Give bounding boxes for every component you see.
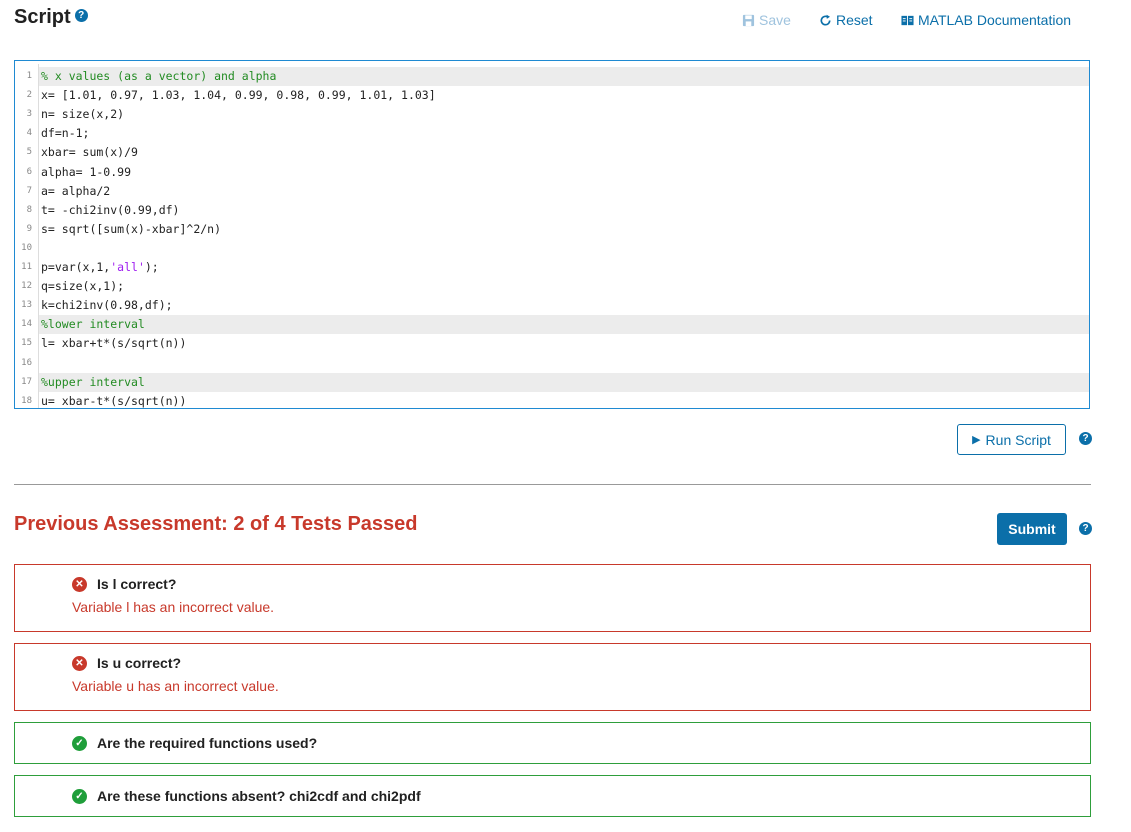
reset-label: Reset [836, 12, 873, 28]
test-message: Variable l has an incorrect value. [72, 599, 275, 615]
fail-icon: ✕ [72, 655, 87, 671]
reset-button[interactable]: Reset [819, 12, 873, 28]
test-name: Is l correct? [97, 576, 177, 592]
test-result-1[interactable]: ✕ Is l correct? Variable l has an incorr… [14, 564, 1091, 632]
code-line[interactable]: q=size(x,1); [39, 277, 1089, 296]
code-line[interactable]: s= sqrt([sum(x)-xbar]^2/n) [39, 220, 1089, 239]
line-number: 12 [21, 281, 32, 292]
assessment-title: Previous Assessment: 2 of 4 Tests Passed [14, 513, 418, 535]
reset-icon [820, 14, 831, 26]
line-number: 7 [26, 185, 32, 196]
line-number: 14 [21, 319, 32, 330]
line-number: 4 [26, 128, 32, 139]
code-line[interactable]: t= -chi2inv(0.99,df) [39, 201, 1089, 220]
code-line[interactable]: %upper interval [39, 372, 1089, 392]
line-number: 10 [21, 242, 32, 253]
check-icon: ✓ [72, 788, 87, 804]
save-button[interactable]: Save [742, 12, 791, 28]
line-number: 6 [26, 166, 32, 177]
submit-help-icon[interactable]: ? [1079, 522, 1092, 535]
string-literal: 'all' [110, 260, 145, 274]
play-icon: ▶ [972, 434, 981, 446]
code-line[interactable]: %lower interval [39, 315, 1089, 335]
code-line[interactable]: alpha= 1-0.99 [39, 163, 1089, 182]
code-line[interactable] [39, 354, 1089, 373]
test-name: Are the required functions used? [97, 735, 318, 751]
save-icon [742, 14, 755, 26]
matlab-documentation-link[interactable]: MATLAB Documentation [901, 12, 1071, 28]
code-line[interactable]: x= [1.01, 0.97, 1.03, 1.04, 0.99, 0.98, … [39, 86, 1089, 105]
line-number: 1 [26, 71, 32, 81]
line-number: 3 [26, 109, 32, 120]
code-line[interactable]: u= xbar-t*(s/sqrt(n)) [39, 392, 1089, 408]
line-number: 17 [21, 376, 32, 387]
line-number: 5 [26, 147, 32, 158]
code-editor[interactable]: 1 % x values (as a vector) and alpha 2 x= [… [14, 60, 1090, 409]
code-line[interactable]: xbar= sum(x)/9 [39, 143, 1089, 162]
line-number: 16 [21, 357, 32, 368]
test-result-3[interactable]: ✓ Are the required functions used? [14, 722, 1091, 764]
run-help-icon[interactable]: ? [1079, 432, 1092, 445]
help-icon[interactable]: ? [74, 9, 88, 23]
test-header: ✕ Is u correct? [72, 655, 181, 671]
code-line[interactable]: l= xbar+t*(s/sqrt(n)) [39, 334, 1089, 353]
code-line[interactable]: p=var(x,1,'all'); [39, 258, 1089, 277]
fail-icon: ✕ [72, 576, 87, 592]
line-number: 11 [21, 262, 32, 272]
check-icon: ✓ [72, 735, 87, 751]
code-line[interactable]: df=n-1; [39, 124, 1089, 143]
run-script-button[interactable]: ▶ Run Script [957, 424, 1066, 455]
code-line[interactable]: n= size(x,2) [39, 105, 1089, 124]
test-header: ✕ Is l correct? [72, 576, 176, 592]
code-line[interactable]: k=chi2inv(0.98,df); [39, 296, 1089, 315]
line-number: 9 [26, 223, 32, 234]
book-icon [901, 15, 914, 25]
documentation-label: MATLAB Documentation [918, 12, 1072, 28]
test-name: Are these functions absent? chi2cdf and … [97, 788, 421, 804]
script-header: Script? Save Reset MATLAB Documentation [14, 6, 1094, 36]
code-line[interactable] [39, 239, 1089, 258]
section-divider [14, 484, 1091, 485]
line-number: 13 [21, 300, 32, 311]
line-number: 15 [21, 338, 32, 349]
run-script-label: Run Script [985, 431, 1051, 448]
test-header: ✓ Are the required functions used? [72, 735, 317, 751]
line-number: 2 [26, 90, 32, 101]
test-header: ✓ Are these functions absent? chi2cdf an… [72, 788, 421, 804]
code-line[interactable]: % x values (as a vector) and alpha [39, 67, 1089, 86]
test-name: Is u correct? [97, 655, 182, 671]
page-title: Script? [14, 6, 88, 29]
code-line[interactable]: a= alpha/2 [39, 182, 1089, 201]
test-result-2[interactable]: ✕ Is u correct? Variable u has an incorr… [14, 643, 1091, 711]
submit-button[interactable]: Submit [997, 513, 1067, 545]
test-message: Variable u has an incorrect value. [72, 678, 279, 694]
line-number: 18 [21, 395, 32, 406]
page-title-text: Script [14, 6, 71, 28]
test-result-4[interactable]: ✓ Are these functions absent? chi2cdf an… [14, 775, 1091, 817]
save-label: Save [759, 12, 791, 28]
line-number: 8 [26, 204, 32, 215]
